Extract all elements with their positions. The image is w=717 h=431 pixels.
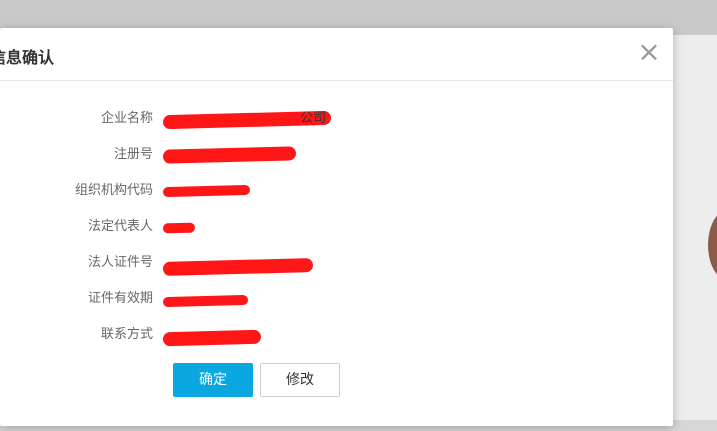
dialog-title: 信息确认: [0, 48, 55, 67]
redaction-mark: [162, 222, 196, 234]
dialog-header: 信息确认 ×: [0, 28, 673, 81]
confirm-button[interactable]: 确定: [173, 363, 253, 397]
field-row-registration-number: 注册号: [0, 142, 673, 168]
close-icon[interactable]: ×: [635, 38, 663, 66]
field-label-contact: 联系方式: [100, 327, 153, 342]
dialog-actions: 确定 修改: [0, 363, 673, 397]
redaction-mark: [162, 146, 297, 164]
field-row-legal-id-number: 法人证件号: [0, 250, 673, 276]
info-confirm-dialog: 信息确认 × 企业名称 公司 注册号 组织机构代码 法定代表人 法人证件号: [0, 28, 673, 426]
edit-button[interactable]: 修改: [260, 363, 340, 397]
field-row-company-name: 企业名称 公司: [0, 106, 673, 132]
field-row-contact: 联系方式: [0, 322, 673, 348]
redaction-mark: [162, 294, 249, 308]
redaction-mark: [162, 329, 262, 347]
field-row-id-validity: 证件有效期: [0, 286, 673, 312]
field-value-company-name: 公司: [300, 111, 327, 126]
redaction-mark: [162, 258, 314, 276]
field-label-legal-representative: 法定代表人: [87, 219, 153, 234]
field-row-legal-representative: 法定代表人: [0, 214, 673, 240]
field-row-organization-code: 组织机构代码: [0, 178, 673, 204]
field-label-id-validity: 证件有效期: [87, 291, 153, 306]
redaction-mark: [162, 184, 251, 198]
field-label-registration-number: 注册号: [113, 147, 153, 162]
field-label-legal-id-number: 法人证件号: [87, 255, 153, 270]
field-label-company-name: 企业名称: [100, 111, 153, 126]
field-label-organization-code: 组织机构代码: [74, 183, 153, 198]
